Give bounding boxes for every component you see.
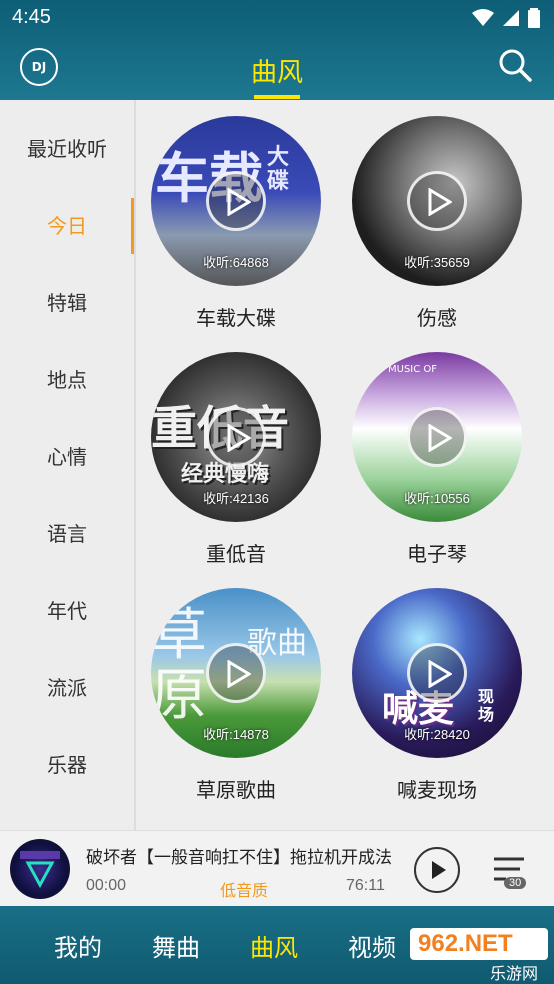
- nav-style[interactable]: 曲风: [250, 928, 298, 963]
- nav-dance[interactable]: 舞曲: [152, 928, 200, 963]
- title-underline: [254, 95, 300, 99]
- play-icon[interactable]: [206, 407, 266, 467]
- nav-mine[interactable]: 我的: [54, 928, 102, 963]
- genre-card-car[interactable]: 车载 大碟 收听:64868 车载大碟: [151, 116, 321, 331]
- watermark-sub: 乐游网: [490, 964, 539, 983]
- cover-art-icon: [20, 851, 60, 889]
- current-time: 00:00: [86, 877, 127, 894]
- sidebar-item-genre[interactable]: 流派: [0, 658, 134, 718]
- battery-icon: [528, 8, 540, 28]
- card-title: 重低音: [206, 542, 266, 566]
- cover-car: 车载 大碟 收听:64868: [151, 116, 321, 286]
- cover-keyboard: MUSIC OF 收听:10556: [352, 352, 522, 522]
- art-subtitle: MUSIC OF: [388, 364, 438, 375]
- watermark-text: 962.NET: [418, 930, 513, 957]
- card-title: 草原歌曲: [196, 778, 276, 802]
- quality-toggle[interactable]: 低音质: [220, 877, 268, 901]
- genre-card-grassland[interactable]: 草原 歌曲 收听:14878 草原歌曲: [151, 588, 321, 803]
- sidebar-item-mood[interactable]: 心情: [0, 427, 134, 487]
- wifi-icon: [472, 9, 494, 26]
- status-time: 4:45: [12, 6, 51, 28]
- mini-player[interactable]: 破坏者【一般音响扛不住】拖拉机开成法 00:00 低音质 76:11 30: [0, 830, 554, 907]
- listen-count: 收听:64868: [203, 255, 269, 270]
- cover-grassland: 草原 歌曲 收听:14878: [151, 588, 321, 758]
- search-icon[interactable]: [498, 48, 532, 82]
- art-subtitle: 现场: [478, 687, 495, 724]
- page-title: 曲风: [250, 58, 303, 88]
- cover-sad: 收听:35659: [352, 116, 522, 286]
- now-playing-title: 破坏者【一般音响扛不住】拖拉机开成法: [86, 848, 392, 868]
- sidebar-item-recent[interactable]: 最近收听: [0, 119, 134, 179]
- watermark-logo: 962.NET 乐游网: [410, 928, 548, 983]
- genre-card-live[interactable]: 喊麦 现场 收听:28420 喊麦现场: [352, 588, 522, 803]
- listen-count: 收听:42136: [203, 491, 269, 506]
- cover-bass: 重低音 经典慢嗨 收听:42136: [151, 352, 321, 522]
- card-title: 伤感: [417, 306, 457, 330]
- genre-card-sad[interactable]: 收听:35659 伤感: [352, 116, 522, 331]
- nav-video[interactable]: 视频: [348, 928, 396, 963]
- signal-icon: [503, 10, 519, 26]
- sidebar-item-location[interactable]: 地点: [0, 350, 134, 410]
- play-icon: [432, 861, 446, 879]
- listen-count: 收听:28420: [404, 727, 470, 742]
- genre-card-keyboard[interactable]: MUSIC OF 收听:10556 电子琴: [352, 352, 522, 567]
- play-icon[interactable]: [407, 171, 467, 231]
- genre-card-bass[interactable]: 重低音 经典慢嗨 收听:42136 重低音: [151, 352, 321, 567]
- category-sidebar: 最近收听 今日 特辑 地点 心情 语言 年代 流派 乐器: [0, 100, 136, 830]
- sidebar-item-today[interactable]: 今日: [0, 196, 134, 256]
- duration: 76:11: [346, 877, 385, 894]
- card-title: 喊麦现场: [397, 778, 477, 802]
- play-icon[interactable]: [206, 643, 266, 703]
- play-button[interactable]: [414, 847, 460, 893]
- card-title: 车载大碟: [196, 306, 276, 330]
- listen-count: 收听:14878: [203, 727, 269, 742]
- card-title: 电子琴: [407, 542, 467, 566]
- art-title: 草原: [151, 603, 207, 728]
- sidebar-item-era[interactable]: 年代: [0, 581, 134, 641]
- art-subtitle: 大碟: [267, 145, 290, 194]
- playlist-count-badge: 30: [504, 877, 527, 889]
- sidebar-item-special[interactable]: 特辑: [0, 273, 134, 333]
- play-icon[interactable]: [407, 407, 467, 467]
- sidebar-item-language[interactable]: 语言: [0, 504, 134, 564]
- sidebar-item-instrument[interactable]: 乐器: [0, 735, 134, 795]
- play-icon[interactable]: [206, 171, 266, 231]
- listen-count: 收听:35659: [404, 255, 470, 270]
- top-bar: 4:45 DJ 曲风: [0, 0, 554, 100]
- cover-live: 喊麦 现场 收听:28420: [352, 588, 522, 758]
- play-icon[interactable]: [407, 643, 467, 703]
- listen-count: 收听:10556: [404, 491, 470, 506]
- status-icons: [472, 8, 540, 28]
- now-playing-cover[interactable]: [10, 839, 70, 899]
- active-indicator: [131, 198, 134, 254]
